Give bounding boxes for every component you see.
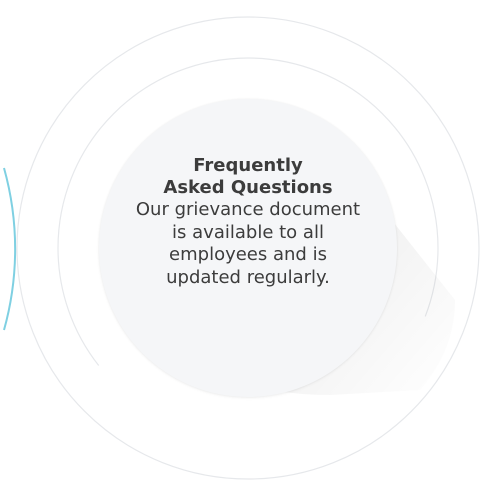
faq-title: Frequently Asked Questions <box>163 155 333 198</box>
faq-infographic: Frequently Asked Questions Our grievance… <box>0 0 487 493</box>
faq-text-block: Frequently Asked Questions Our grievance… <box>119 155 377 289</box>
accent-arc <box>3 167 17 331</box>
faq-body: Our grievance document is available to a… <box>135 199 361 288</box>
